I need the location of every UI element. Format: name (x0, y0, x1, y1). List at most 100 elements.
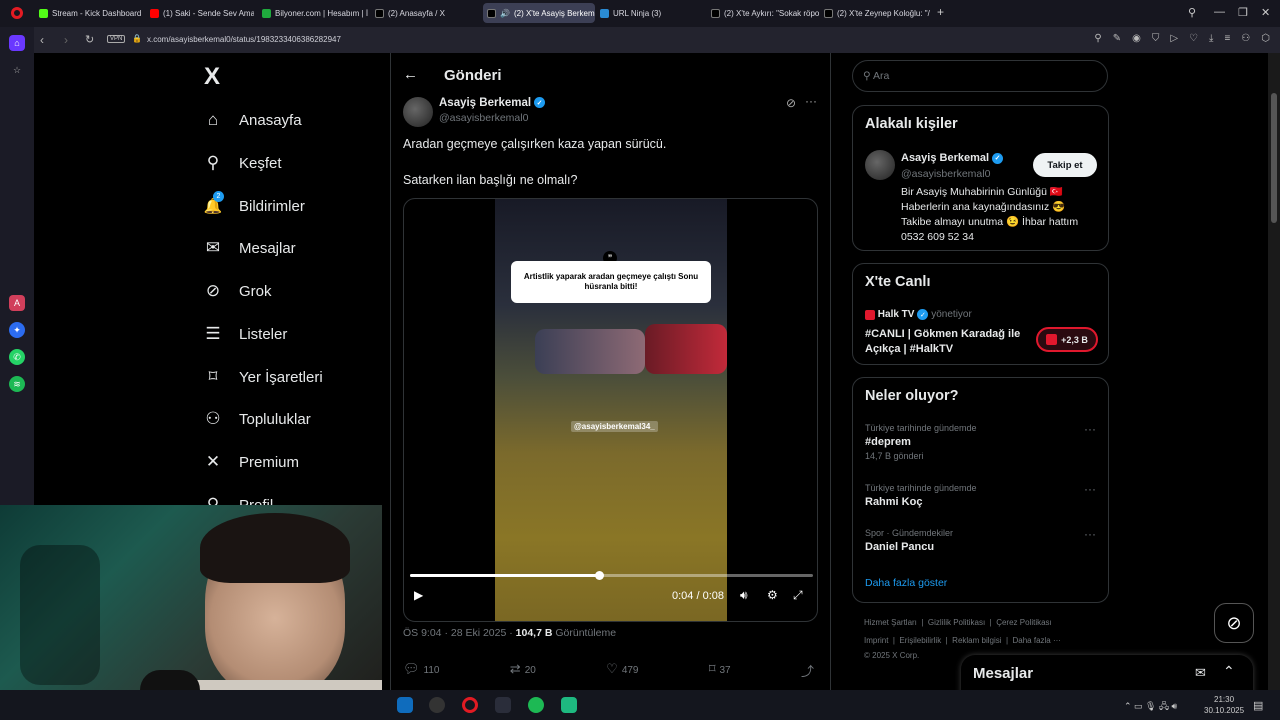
live-card[interactable]: X'te Canlı Halk TV ✓ yönetiyor #CANLI | G… (852, 263, 1109, 365)
back-icon[interactable]: ‹ (40, 33, 44, 47)
spotify-icon[interactable] (528, 697, 544, 713)
reply-button[interactable]: 💬︎ 110 (403, 661, 439, 680)
whatsapp-icon[interactable]: ✆ (9, 349, 25, 365)
tray-icons[interactable]: ⌃ ▭ 🎙︎ 🖧 🔊︎ (1124, 699, 1177, 715)
tab-x-aykiri[interactable]: (2) X'te Aykırı: "Sokak röpo (707, 3, 819, 23)
footer-link[interactable]: Daha fazla ··· (1013, 636, 1061, 645)
volume-icon[interactable]: 🔊︎ (740, 588, 748, 603)
nav-communities[interactable]: ⚇ Topluluklar (202, 408, 310, 430)
clock[interactable]: 21:30 30.10.2025 (1204, 694, 1244, 716)
video-player[interactable]: ” Artistlik yaparak aradan geçmeye çalış… (403, 198, 818, 622)
settings-gear-icon[interactable]: ⚙ (767, 588, 778, 602)
back-arrow-icon[interactable]: ← (403, 66, 418, 83)
footer-link[interactable]: Gizlilik Politikası (928, 618, 985, 627)
tab-x-home[interactable]: (2) Anasayfa / X (371, 3, 479, 23)
search-input[interactable]: ⚲ Ara (852, 60, 1108, 92)
expand-chevron-icon[interactable]: ⌃ (1223, 663, 1235, 680)
tab-x-post[interactable]: 🔊 (2) X'te Asayiş Berkem (483, 3, 595, 23)
tab-kick[interactable]: Stream - Kick Dashboard (35, 3, 143, 23)
maximize-button[interactable]: ❐ (1238, 6, 1248, 19)
fullscreen-icon[interactable]: ⤢ (793, 588, 803, 603)
messages-drawer[interactable]: Mesajlar ✉ ⌃ (961, 655, 1253, 695)
footer-link[interactable]: Reklam bilgisi (952, 636, 1001, 645)
easy-setup-icon[interactable]: ⬡ (1261, 33, 1270, 44)
new-tab-button[interactable]: + (937, 5, 944, 19)
nav-home[interactable]: ⌂ Anasayfa (202, 109, 302, 131)
nav-lists[interactable]: ☰ Listeler (202, 323, 287, 345)
opera-logo[interactable] (11, 7, 23, 19)
shield-icon[interactable]: ⛉ (1152, 33, 1160, 44)
bookmark-button[interactable]: ⌑ 37 (709, 661, 731, 680)
trend-item[interactable]: Türkiye tarihinde gündemde Rahmi Koç (865, 483, 977, 508)
video-frame[interactable]: ” Artistlik yaparak aradan geçmeye çalış… (495, 199, 727, 621)
live-host[interactable]: Halk TV ✓ yönetiyor (865, 309, 972, 320)
footer-link[interactable]: Çerez Politikası (996, 618, 1052, 627)
trend-more-icon[interactable]: ··· (1084, 527, 1096, 541)
heart-icon[interactable]: ♡ (1189, 33, 1198, 44)
star-icon[interactable]: ☆ (9, 62, 25, 78)
live-listener-badge[interactable]: +2,3 B (1036, 327, 1098, 352)
tab-bilyoner[interactable]: Bilyoner.com | Hesabım | İ (258, 3, 368, 23)
url-field[interactable]: x.com/asayisberkemal0/status/19832334063… (147, 35, 341, 44)
scrollbar-thumb[interactable] (1271, 93, 1277, 223)
live-title[interactable]: #CANLI | Gökmen Karadağ ile Açıkça | #Ha… (865, 327, 1020, 357)
x-logo[interactable]: X (204, 63, 220, 91)
zoom-icon[interactable]: ⚲ (1094, 33, 1101, 44)
grok-explain-icon[interactable]: ⊘ (786, 96, 796, 110)
outlook-icon[interactable] (397, 697, 413, 713)
play-icon[interactable]: ▶ (414, 588, 423, 602)
nav-messages[interactable]: ✉ Mesajlar (202, 237, 296, 259)
menu-icon[interactable]: ≡ (1224, 33, 1230, 44)
tab-search-icon[interactable]: ⚲ (1188, 6, 1196, 19)
trend-item[interactable]: Türkiye tarihinde gündemde #deprem 14,7 … (865, 423, 977, 461)
nav-premium[interactable]: ✕ Premium (202, 451, 299, 473)
tab-x-zeynep[interactable]: (2) X'te Zeynep Koloğlu: "/ (820, 3, 932, 23)
related-avatar[interactable] (865, 150, 895, 180)
forward-icon[interactable]: › (64, 33, 68, 47)
nav-explore[interactable]: ⚲ Keşfet (202, 152, 282, 174)
video-progress-bar[interactable] (410, 571, 813, 580)
obs-icon[interactable] (429, 697, 445, 713)
trend-more-icon[interactable]: ··· (1084, 422, 1096, 436)
footer-link[interactable]: Imprint (864, 636, 888, 645)
share-button[interactable]: ⤴ (801, 661, 818, 680)
author-name[interactable]: Asayiş Berkemal ✓ (439, 97, 546, 109)
like-button[interactable]: ♡ 479 (606, 661, 638, 680)
related-name[interactable]: Asayiş Berkemal ✓ (901, 152, 1004, 164)
more-options-icon[interactable]: ··· (805, 94, 817, 108)
tab-youtube[interactable]: (1) Saki - Sende Sev Ama (146, 3, 254, 23)
grok-floating-button[interactable]: ⊘ (1214, 603, 1254, 643)
camera-icon[interactable]: ◉ (1132, 33, 1141, 44)
new-message-icon[interactable]: ✉ (1195, 665, 1206, 681)
close-window-button[interactable]: ✕ (1261, 6, 1270, 19)
nav-notifications[interactable]: 🔔 2 Bildirimler (202, 191, 305, 217)
messenger-icon[interactable]: ✦ (9, 322, 25, 338)
trend-more-icon[interactable]: ··· (1084, 482, 1096, 496)
notification-icon[interactable]: ▤ (1253, 699, 1263, 712)
vpn-badge[interactable]: VPN (107, 35, 126, 43)
footer-link[interactable]: Erişilebilirlik (899, 636, 941, 645)
nav-grok[interactable]: ⊘ Grok (202, 280, 272, 302)
trend-item[interactable]: Spor · Gündemdekiler Daniel Pancu (865, 528, 953, 553)
related-handle[interactable]: @asayisberkemal0 (901, 168, 990, 180)
edit-icon[interactable]: ✎ (1113, 33, 1121, 44)
nav-bookmarks[interactable]: ⌑ Yer İşaretleri (202, 366, 323, 388)
follow-button[interactable]: Takip et (1033, 153, 1097, 177)
minimize-button[interactable]: — (1214, 6, 1225, 18)
page-scrollbar[interactable] (1268, 53, 1280, 690)
aria-icon[interactable]: A (9, 295, 25, 311)
show-more-link[interactable]: Daha fazla göster (865, 577, 947, 589)
profile-icon[interactable]: ⚇ (1241, 33, 1250, 44)
download-icon[interactable]: ⤓ (1209, 33, 1213, 44)
opera-icon[interactable] (462, 697, 478, 713)
tab-url-ninja[interactable]: URL Ninja (3) (596, 3, 704, 23)
repost-button[interactable]: ⇄ 20 (510, 661, 536, 680)
play-icon[interactable]: ▷ (1170, 33, 1178, 44)
author-avatar[interactable] (403, 97, 433, 127)
spotify-icon[interactable]: ≋ (9, 376, 25, 392)
reload-icon[interactable]: ↻ (85, 33, 94, 46)
footer-link[interactable]: Hizmet Şartları (864, 618, 917, 627)
app-icon[interactable] (495, 697, 511, 713)
shield-app-icon[interactable] (561, 697, 577, 713)
author-handle[interactable]: @asayisberkemal0 (439, 112, 528, 124)
